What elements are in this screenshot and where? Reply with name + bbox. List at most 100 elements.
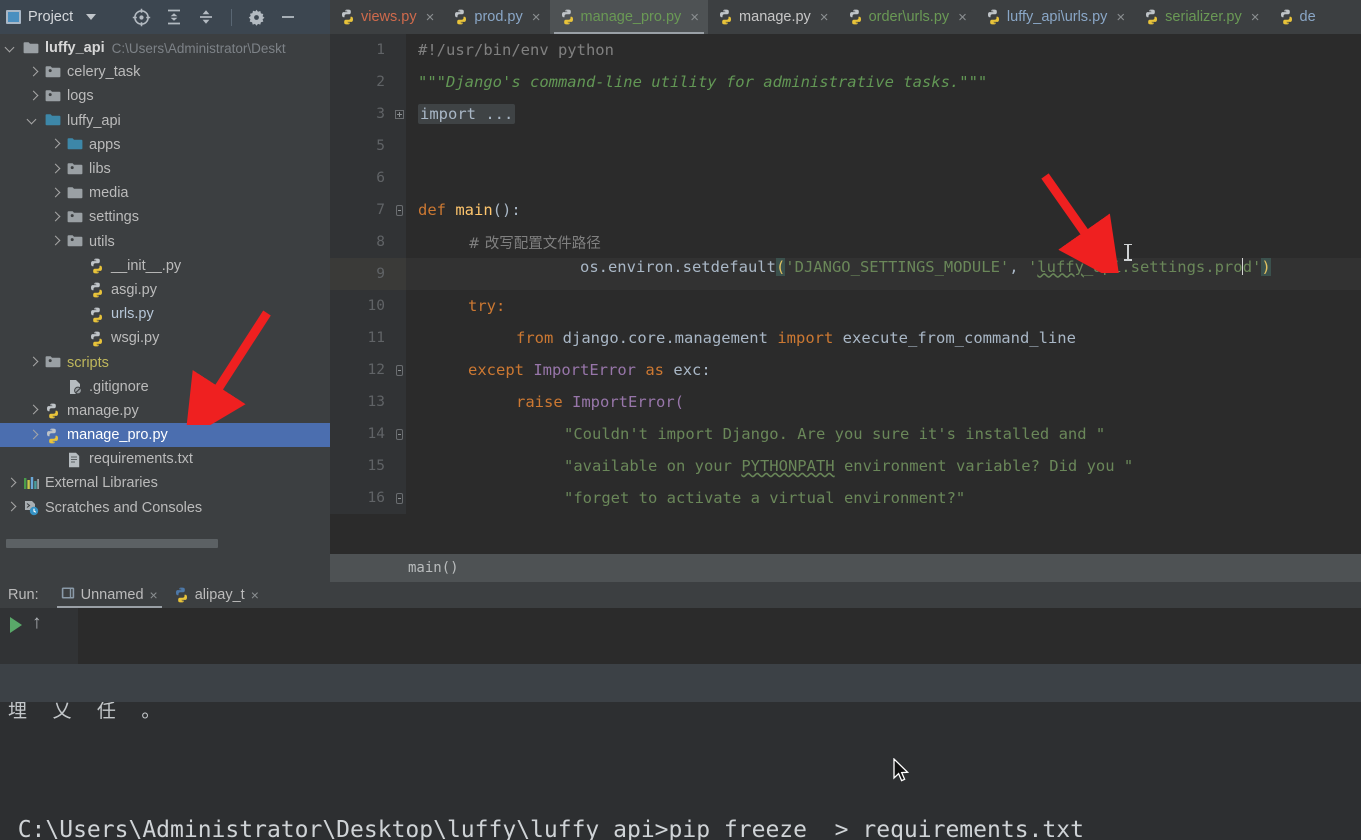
run-play-icon[interactable] (10, 617, 22, 633)
chevron-right-icon[interactable] (28, 67, 39, 78)
chevron-down-icon[interactable] (28, 115, 39, 126)
close-icon[interactable]: × (1251, 9, 1260, 26)
chevron-down-icon[interactable] (6, 43, 17, 54)
fold-column[interactable] (392, 354, 406, 386)
code-editor[interactable]: 1 #!/usr/bin/env python 2 """Django's co… (330, 34, 1361, 554)
tree-item-label: External Libraries (45, 475, 158, 492)
chevron-right-icon[interactable] (50, 236, 61, 247)
fold-collapse-icon[interactable] (395, 492, 403, 504)
run-tab-unnamed[interactable]: Unnamed × (53, 582, 166, 608)
close-icon[interactable]: × (1116, 9, 1125, 26)
chevron-right-icon[interactable] (6, 502, 17, 513)
python-file-icon (89, 258, 106, 274)
minimize-icon[interactable] (279, 8, 297, 26)
code-lines: 1 #!/usr/bin/env python 2 """Django's co… (330, 34, 1361, 514)
fold-collapse-icon[interactable] (395, 428, 403, 440)
tree-item-wsgi-py[interactable]: wsgi.py (0, 326, 330, 350)
keyword-as: as (645, 361, 665, 379)
folder-source-icon (45, 89, 62, 104)
chevron-right-icon[interactable] (28, 405, 39, 416)
scroll-up-icon[interactable]: ↑ (32, 613, 42, 632)
terminal-panel[interactable]: 埋 乂 任 。 ) C:\Users\Administrator\Desktop… (0, 702, 1361, 840)
tree-item-External Libraries[interactable]: External Libraries (0, 471, 330, 495)
editor-tab-manage-py[interactable]: manage.py × (708, 0, 838, 34)
close-icon[interactable]: × (532, 9, 541, 26)
editor-tab-prod-py[interactable]: prod.py × (443, 0, 549, 34)
run-tab-alipay[interactable]: alipay_t × (166, 582, 267, 608)
tree-horizontal-scrollbar[interactable] (6, 539, 218, 548)
tree-item-label: urls.py (111, 306, 154, 323)
tree-item-Scratches and Consoles[interactable]: Scratches and Consoles (0, 496, 330, 520)
chevron-down-icon[interactable] (86, 14, 97, 20)
editor-tab-de[interactable]: de (1269, 0, 1325, 34)
close-icon[interactable]: × (426, 9, 435, 26)
folder-source-icon (45, 355, 62, 370)
code-line: 13 raise ImportError( (330, 386, 1361, 418)
editor-tab-luffy_api-urls-py[interactable]: luffy_api\urls.py × (976, 0, 1134, 34)
chevron-right-icon[interactable] (6, 478, 17, 489)
collapse-all-icon[interactable] (197, 8, 215, 26)
tree-item-asgi-py[interactable]: asgi.py (0, 278, 330, 302)
tree-item-scripts[interactable]: scripts (0, 350, 330, 374)
folder-blue-icon (67, 137, 84, 152)
run-tab-label: alipay_t (194, 587, 245, 603)
fold-column[interactable] (392, 98, 406, 130)
close-icon[interactable]: × (251, 587, 259, 603)
fold-column[interactable] (392, 194, 406, 226)
exception-var: exc: (673, 361, 711, 379)
line-number: 9 (330, 258, 392, 290)
chevron-right-icon[interactable] (50, 212, 61, 223)
editor-tab-views-py[interactable]: views.py × (330, 0, 443, 34)
tree-item--gitignore[interactable]: .gitignore (0, 375, 330, 399)
close-icon[interactable]: × (690, 9, 699, 26)
chevron-right-icon[interactable] (28, 357, 39, 368)
tree-item---init---py[interactable]: __init__.py (0, 254, 330, 278)
settings-gear-icon[interactable] (248, 9, 265, 26)
tree-item-luffy-api[interactable]: luffy_api (0, 109, 330, 133)
tree-item-celery-task[interactable]: celery_task (0, 60, 330, 84)
folded-import-region[interactable]: import ... (418, 104, 516, 124)
editor-tab-serializer-py[interactable]: serializer.py × (1134, 0, 1268, 34)
chevron-right-icon[interactable] (28, 91, 39, 102)
tree-item-manage-py[interactable]: manage.py (0, 399, 330, 423)
tree-item-urls-py[interactable]: urls.py (0, 302, 330, 326)
fold-column (392, 66, 406, 98)
locate-target-icon[interactable] (132, 8, 151, 27)
close-icon[interactable]: × (820, 9, 829, 26)
editor-tab-order-urls-py[interactable]: order\urls.py × (838, 0, 976, 34)
python-file-icon (1144, 9, 1159, 25)
fold-collapse-icon[interactable] (395, 204, 403, 216)
tree-item-manage-pro-py[interactable]: manage_pro.py (0, 423, 330, 448)
project-tree[interactable]: luffy_api C:\Users\Administrator\Deskt cel… (0, 34, 330, 554)
keyword-from: from (516, 329, 554, 347)
tree-item-apps[interactable]: apps (0, 133, 330, 157)
chevron-right-icon[interactable] (50, 164, 61, 175)
chevron-right-icon[interactable] (50, 139, 61, 150)
tree-item-utils[interactable]: utils (0, 230, 330, 254)
chevron-right-icon[interactable] (50, 188, 61, 199)
close-icon[interactable]: × (958, 9, 967, 26)
fold-column[interactable] (392, 482, 406, 514)
code-line: 14 "Couldn't import Django. Are you sure… (330, 418, 1361, 450)
chevron-right-icon[interactable] (28, 430, 39, 441)
folder-source-icon (67, 162, 84, 177)
close-icon[interactable]: × (150, 587, 158, 603)
fold-column[interactable] (392, 418, 406, 450)
project-title-button[interactable]: Project (6, 9, 97, 25)
run-console[interactable]: ↑ INFO autoreload 636 Watching for file … (0, 608, 1361, 664)
tree-item-libs[interactable]: libs (0, 157, 330, 181)
fold-expand-icon[interactable] (394, 109, 404, 119)
tree-item-media[interactable]: media (0, 181, 330, 205)
tree-item-requirements-txt[interactable]: requirements.txt (0, 447, 330, 471)
breadcrumb[interactable]: main() (330, 554, 1361, 582)
fold-collapse-icon[interactable] (395, 364, 403, 376)
python-file-icon (89, 307, 106, 323)
code-line: 11 from django.core.management import ex… (330, 322, 1361, 354)
tree-item-luffy-api[interactable]: luffy_api C:\Users\Administrator\Deskt (0, 36, 330, 60)
tree-item-logs[interactable]: logs (0, 84, 330, 108)
expand-all-icon[interactable] (165, 8, 183, 26)
editor-tab-manage_pro-py[interactable]: manage_pro.py × (549, 0, 709, 34)
text-file-icon (67, 452, 84, 467)
tree-item-settings[interactable]: settings (0, 205, 330, 229)
code-line: 3 import ... (330, 98, 1361, 130)
